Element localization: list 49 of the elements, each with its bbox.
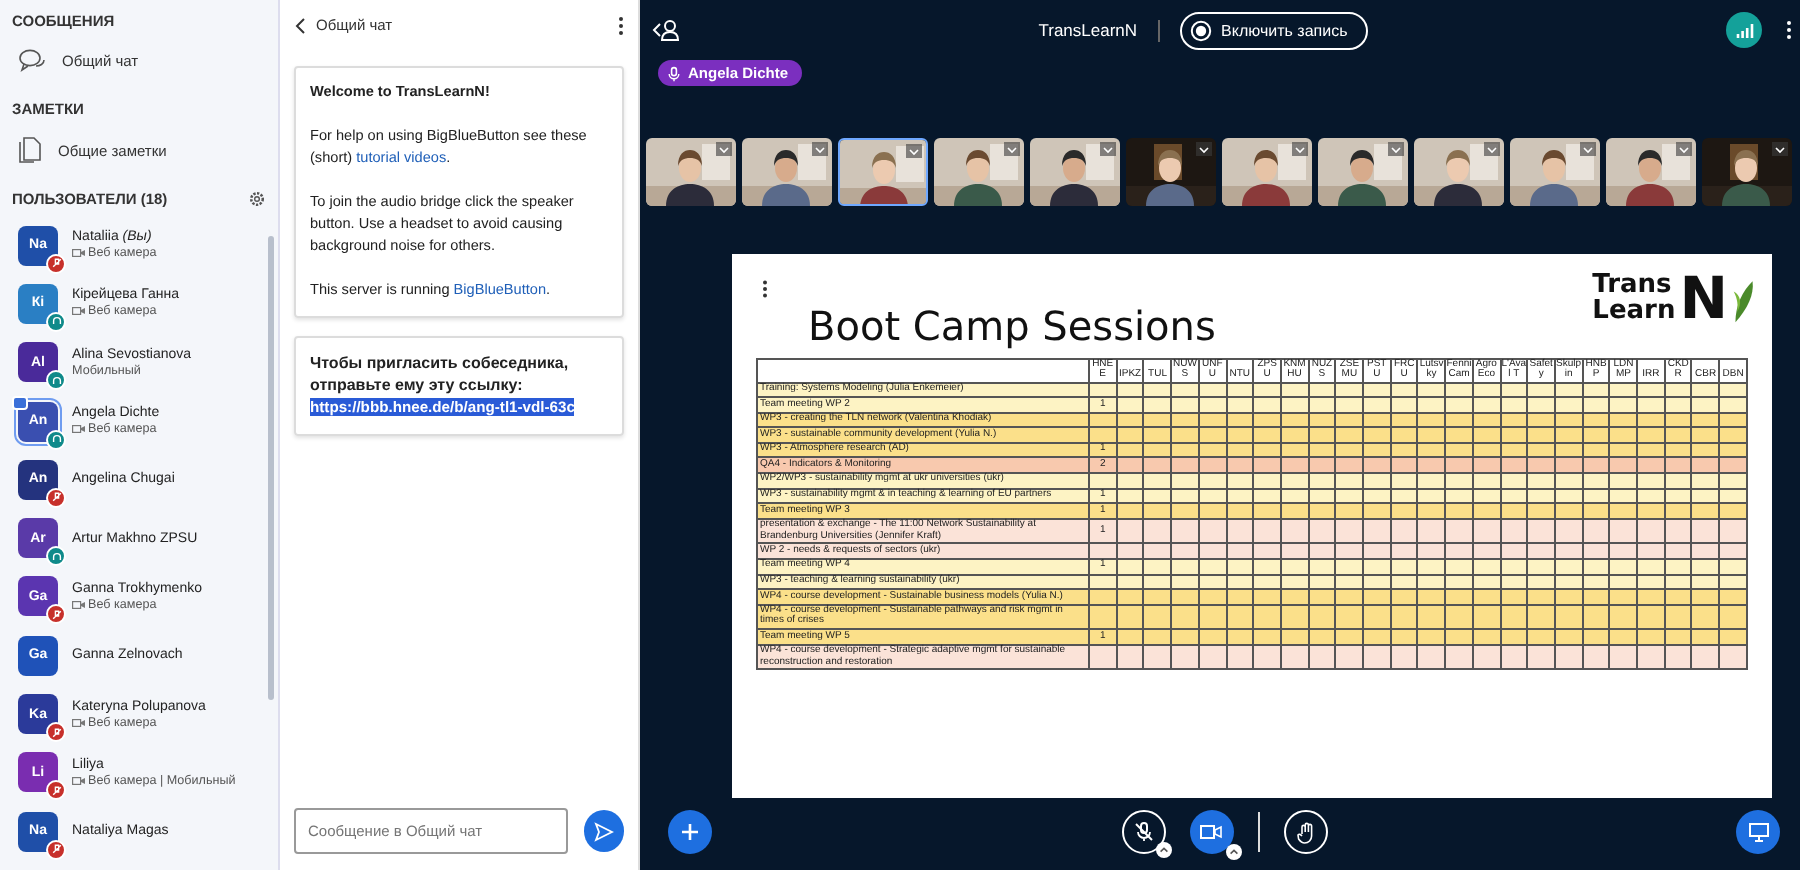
slide-title: Boot Camp Sessions — [808, 302, 1216, 350]
meeting-title: TransLearnN — [1038, 20, 1138, 40]
video-tile[interactable] — [838, 138, 928, 206]
record-icon — [1189, 19, 1212, 41]
caret-icon[interactable] — [1196, 142, 1212, 156]
video-tile[interactable] — [1030, 138, 1120, 206]
caret-icon[interactable] — [1155, 842, 1171, 858]
more-options-icon[interactable] — [762, 280, 768, 298]
scrollbar[interactable] — [268, 236, 274, 700]
raise-hand-button[interactable] — [1283, 810, 1327, 854]
more-options-icon[interactable] — [1786, 20, 1792, 40]
record-button[interactable]: Включить запись — [1179, 11, 1368, 49]
caret-icon[interactable] — [1772, 142, 1788, 156]
muted-microphone-icon — [1131, 820, 1155, 844]
video-tile[interactable] — [646, 138, 736, 206]
microphone-icon — [666, 65, 682, 81]
camera-icon — [72, 599, 86, 610]
send-icon — [593, 821, 614, 841]
camera-icon — [72, 248, 86, 259]
video-tile[interactable] — [1702, 138, 1792, 206]
video-tile[interactable] — [1414, 138, 1504, 206]
video-camera-icon — [1200, 824, 1222, 840]
video-tile[interactable] — [1222, 138, 1312, 206]
caret-icon[interactable] — [1225, 844, 1241, 860]
hand-icon — [1295, 821, 1315, 843]
send-button[interactable] — [583, 810, 624, 852]
presenter-icon — [12, 395, 28, 410]
camera-icon — [72, 424, 86, 435]
plus-icon — [680, 822, 700, 842]
invite-text: Чтобы пригласить собеседника, отправьте ему эту ссылку: — [310, 351, 571, 396]
presentation-button[interactable] — [1736, 810, 1780, 854]
video-tile[interactable] — [934, 138, 1024, 206]
presentation-icon — [1747, 822, 1769, 842]
video-tile[interactable] — [1606, 138, 1696, 206]
camera-icon — [72, 306, 86, 317]
video-tile[interactable] — [742, 138, 832, 206]
video-tile[interactable] — [1318, 138, 1408, 206]
actions-button[interactable] — [668, 810, 712, 854]
connection-status-icon[interactable] — [1726, 12, 1762, 48]
chat-bubbles-icon — [18, 48, 46, 74]
video-tile[interactable] — [1510, 138, 1600, 206]
camera-icon — [72, 717, 86, 728]
document-icon — [18, 136, 42, 164]
back-icon[interactable] — [294, 17, 306, 33]
camera-icon — [72, 775, 86, 786]
more-options-icon[interactable] — [618, 15, 624, 35]
settings-icon[interactable] — [248, 190, 266, 208]
video-tile[interactable] — [1126, 138, 1216, 206]
user-list-toggle-icon[interactable] — [652, 18, 680, 42]
